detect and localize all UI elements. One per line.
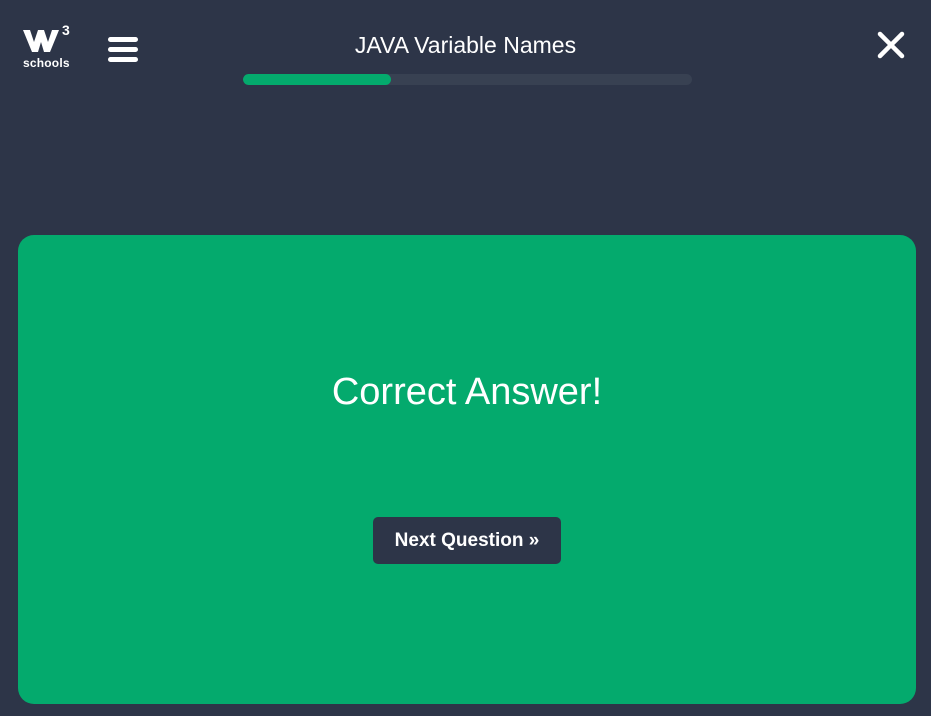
quiz-page: 3 schools JAVA Variable Names Correct An… [0, 0, 931, 716]
progress-bar-fill [243, 74, 392, 85]
next-question-button[interactable]: Next Question » [373, 517, 561, 564]
result-card: Correct Answer! Next Question » [18, 235, 916, 704]
progress-bar [243, 74, 692, 85]
result-message: Correct Answer! [331, 371, 603, 413]
quiz-title: JAVA Variable Names [354, 32, 577, 58]
close-icon[interactable] [873, 27, 909, 63]
